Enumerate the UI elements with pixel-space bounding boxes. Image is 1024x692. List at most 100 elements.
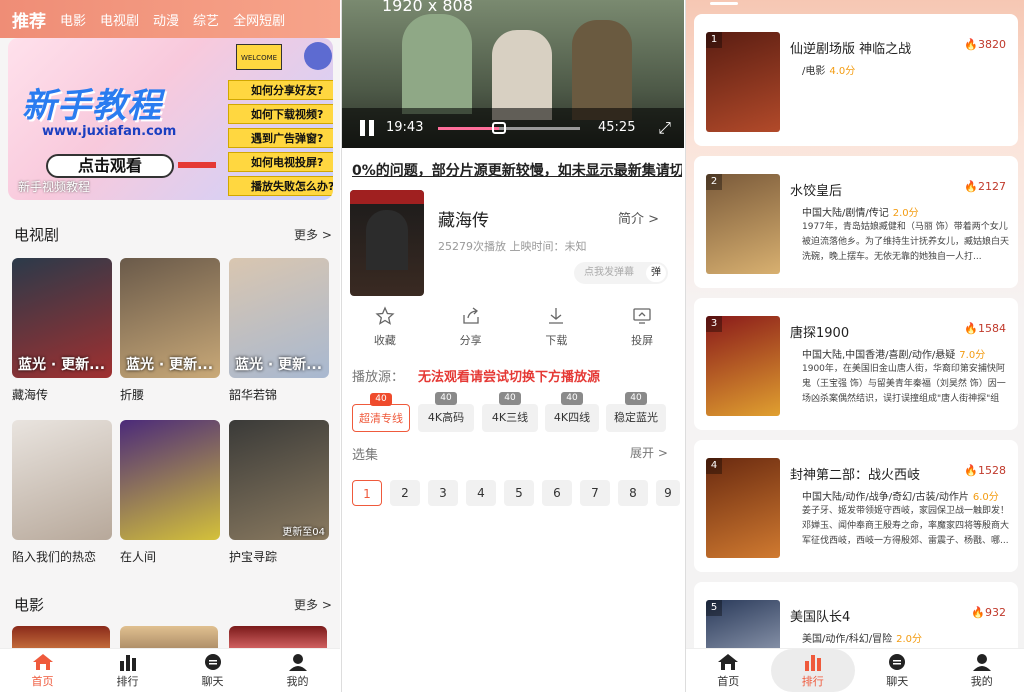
episode-button[interactable]: 4: [466, 480, 496, 506]
tv-more-link[interactable]: 更多 >: [294, 226, 332, 243]
tab-home[interactable]: 首页: [686, 649, 771, 692]
episode-button[interactable]: 2: [390, 480, 420, 506]
tv-card[interactable]: 在人间: [120, 420, 220, 565]
flame-icon: 🔥: [964, 180, 978, 193]
user-icon: [972, 653, 991, 671]
movie-section-title: 电影: [14, 596, 45, 614]
nav-tab-tv[interactable]: 电视剧: [100, 10, 139, 29]
tv-card[interactable]: 陷入我们的热恋: [12, 420, 112, 565]
tv-card[interactable]: 蓝光 · 更新... 韶华若锦: [229, 258, 329, 403]
episode-button[interactable]: 3: [428, 480, 458, 506]
rank-card[interactable]: 2 水饺皇后 🔥2127 中国大陆/剧情/传记 2.0分 1977年，青岛姑娘臧健和（马丽…: [694, 156, 1018, 288]
source-label: 超清专线: [359, 412, 403, 425]
pause-icon[interactable]: [360, 120, 376, 136]
rank-card[interactable]: 4 封神第二部：战火西岐 🔥1528 中国大陆/动作/战争/奇幻/古装/动作片 6.0分…: [694, 440, 1018, 572]
danmaku-placeholder: 点我发弹幕: [584, 267, 634, 278]
bottom-tab-bar: 首页 排行 聊天 我的: [686, 648, 1024, 692]
episode-button[interactable]: 7: [580, 480, 610, 506]
scene-figure: [402, 14, 472, 114]
danmaku-toggle-icon[interactable]: [492, 122, 506, 134]
source-option[interactable]: 4K高码 40: [418, 392, 474, 432]
movie-poster[interactable]: [120, 626, 218, 648]
source-badge: 40: [499, 392, 521, 405]
episode-expand-link[interactable]: 展开 >: [630, 444, 668, 461]
nav-tab-shorts[interactable]: 全网短剧: [233, 10, 285, 29]
episode-button[interactable]: 9: [656, 480, 680, 506]
tv-card[interactable]: 更新至04 护宝寻踪: [229, 420, 329, 565]
fullscreen-icon[interactable]: ⤢: [658, 118, 671, 138]
share-button[interactable]: 分享: [428, 306, 514, 348]
detail-screen: 1920 x 808 19:43 45:25 ⤢ 0%的问题，部分片源更新较慢，…: [341, 0, 684, 692]
nav-tab-recommend[interactable]: 推荐: [12, 7, 46, 32]
source-label: 播放源：: [352, 370, 405, 385]
nav-tab-movie[interactable]: 电影: [60, 10, 86, 29]
video-player[interactable]: 1920 x 808 19:43 45:25 ⤢: [342, 0, 684, 148]
action-label: 分享: [459, 334, 482, 347]
rank-number: 1: [706, 32, 722, 48]
rank-card[interactable]: 1 仙逆剧场版 神临之战 🔥3820/电影 4.0分: [694, 14, 1018, 146]
tv-card[interactable]: 蓝光 · 更新... 藏海传: [12, 258, 112, 403]
rank-description: 1977年，青岛姑娘臧健和（马丽 饰）带着两个女儿被迫流落他乡。为了维持生计抚养…: [802, 222, 1010, 262]
category-nav: 推荐 电影 电视剧 动漫 综艺 全网短剧: [0, 0, 340, 38]
faq-item: 如何下载视频?: [228, 104, 333, 124]
tab-mine[interactable]: 我的: [255, 649, 340, 692]
movie-more-link[interactable]: 更多 >: [294, 596, 332, 613]
watch-button[interactable]: 点击观看: [46, 154, 174, 178]
home-icon: [718, 653, 739, 670]
cast-icon: [633, 308, 651, 324]
tutorial-banner[interactable]: WELCOME 新手教程 www.juxiafan.com 点击观看 如何分享好…: [8, 38, 333, 200]
rank-poster: 3: [706, 316, 780, 416]
tab-ranking[interactable]: 排行: [770, 649, 855, 692]
faq-item: 如何电视投屏?: [228, 152, 333, 172]
favorite-button[interactable]: 收藏: [342, 306, 428, 348]
episode-button[interactable]: 1: [352, 480, 382, 506]
movie-poster[interactable]: [229, 626, 327, 648]
tab-chat[interactable]: 聊天: [170, 649, 255, 692]
rank-description: 1900年，在美国旧金山唐人街，华裔印第安捕快阿鬼（王宝强 饰）与留美青年秦福（…: [802, 364, 1006, 404]
star-icon: [375, 306, 395, 325]
movie-poster[interactable]: [12, 626, 110, 648]
tags-text: 美国/动作/科幻/冒险: [802, 634, 893, 645]
rank-title: 唐探1900: [790, 326, 850, 341]
faq-item: 播放失败怎么办?: [228, 176, 333, 196]
home-screen: 推荐 电影 电视剧 动漫 综艺 全网短剧 WELCOME 新手教程 www.ju…: [0, 0, 340, 692]
drag-indicator: [710, 2, 738, 5]
intro-link[interactable]: 简介 >: [618, 208, 659, 227]
bottom-tab-bar: 首页 排行 聊天 我的: [0, 648, 340, 692]
progress-bar[interactable]: [438, 127, 580, 130]
danmaku-input[interactable]: 点我发弹幕 弹: [574, 262, 668, 284]
tv-card[interactable]: 蓝光 · 更新... 折腰: [120, 258, 220, 403]
episode-button[interactable]: 8: [618, 480, 648, 506]
tab-home[interactable]: 首页: [0, 649, 85, 692]
episode-button[interactable]: 6: [542, 480, 572, 506]
rank-score: 7.0分: [959, 350, 986, 361]
nav-tab-anime[interactable]: 动漫: [153, 10, 179, 29]
danmaku-button[interactable]: 弹: [646, 264, 666, 282]
player-controls: 19:43 45:25 ⤢: [342, 108, 684, 148]
hot-value: 1528: [978, 464, 1006, 477]
banner-title: 新手教程: [22, 86, 162, 126]
download-button[interactable]: 下载: [514, 306, 600, 348]
tab-chat[interactable]: 聊天: [855, 649, 940, 692]
cast-button[interactable]: 投屏: [599, 306, 684, 348]
tab-mine[interactable]: 我的: [940, 649, 1024, 692]
hot-count: 🔥1528: [964, 464, 1006, 477]
home-icon: [32, 653, 53, 670]
source-option[interactable]: 稳定蓝光 40: [606, 392, 666, 432]
tab-ranking[interactable]: 排行: [85, 649, 170, 692]
tab-label: 聊天: [201, 674, 224, 688]
source-option[interactable]: 超清专线 40: [352, 393, 410, 432]
nav-tab-variety[interactable]: 综艺: [193, 10, 219, 29]
rank-card[interactable]: 3 唐探1900 🔥1584 中国大陆,中国香港/喜剧/动作/悬疑 7.0分 1900年，…: [694, 298, 1018, 430]
source-option[interactable]: 4K三线 40: [482, 392, 538, 432]
poster-overlay: 更新至04: [282, 527, 325, 538]
faq-item: 遇到广告弹窗?: [228, 128, 333, 148]
source-option[interactable]: 4K四线 40: [545, 392, 599, 432]
rank-title: 封神第二部：战火西岐: [790, 468, 921, 483]
rank-number: 3: [706, 316, 722, 332]
rank-number: 2: [706, 174, 722, 190]
progress-fill: [438, 127, 500, 130]
episode-button[interactable]: 5: [504, 480, 534, 506]
flame-icon: 🔥: [964, 38, 978, 51]
duration: 45:25: [598, 120, 636, 135]
